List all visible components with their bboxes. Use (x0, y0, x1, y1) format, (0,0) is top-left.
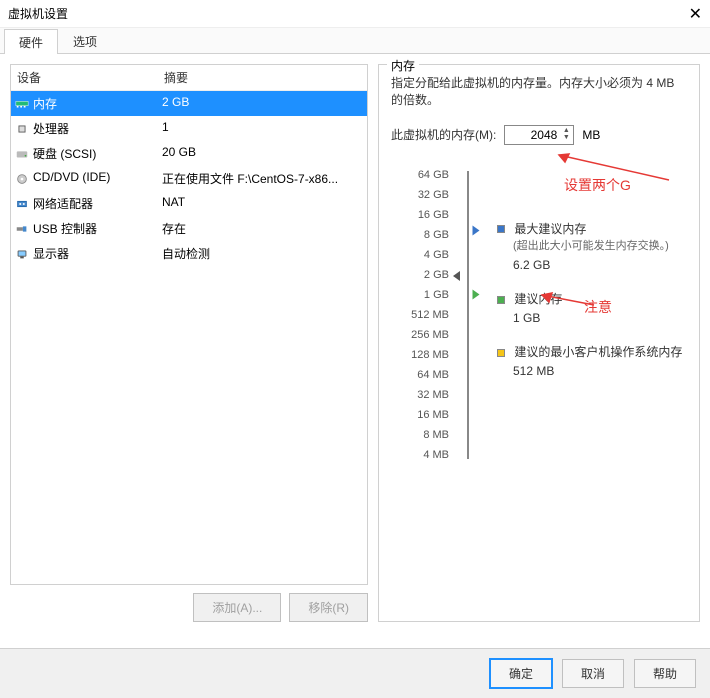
min-rec-value: 512 MB (513, 364, 687, 378)
usb-icon (11, 218, 33, 239)
memory-slider[interactable] (459, 165, 479, 465)
rec-title: 建议内存 (514, 292, 562, 306)
memory-scale: 64 GB 32 GB 16 GB 8 GB 4 GB 2 GB 1 GB 51… (391, 165, 459, 465)
cpu-icon (11, 118, 33, 139)
max-rec-square-icon (497, 225, 505, 233)
min-rec-square-icon (497, 349, 505, 357)
memory-group-title: 内存 (387, 57, 419, 74)
rec-value: 1 GB (513, 311, 687, 325)
memory-input[interactable] (509, 128, 557, 142)
cancel-button[interactable]: 取消 (562, 659, 624, 688)
col-summary: 摘要 (158, 65, 367, 90)
min-rec-title: 建议的最小客户机操作系统内存 (514, 345, 682, 359)
help-button[interactable]: 帮助 (634, 659, 696, 688)
hdd-icon (11, 143, 33, 164)
device-list: 设备 摘要 内存 2 GB 处理器 1 硬盘 (SCSI) 20 GB CD/D… (10, 64, 368, 585)
memory-spinner[interactable]: ▲ ▼ (504, 125, 574, 145)
col-device: 设备 (11, 65, 158, 90)
max-marker-icon (473, 225, 480, 235)
cd-icon (11, 168, 33, 189)
memory-label: 此虚拟机的内存(M): (391, 126, 496, 143)
device-row-cd[interactable]: CD/DVD (IDE) 正在使用文件 F:\CentOS-7-x86... (11, 166, 367, 191)
device-row-net[interactable]: 网络适配器 NAT (11, 191, 367, 216)
tab-hardware[interactable]: 硬件 (4, 29, 58, 54)
spin-down-icon[interactable]: ▼ (561, 135, 571, 142)
window-title: 虚拟机设置 (8, 5, 68, 22)
display-icon (11, 243, 33, 264)
rec-square-icon (497, 296, 505, 304)
add-button[interactable]: 添加(A)... (193, 593, 281, 622)
device-row-memory[interactable]: 内存 2 GB (11, 91, 367, 116)
device-row-hdd[interactable]: 硬盘 (SCSI) 20 GB (11, 141, 367, 166)
tab-bar: 硬件 选项 (0, 28, 710, 54)
max-rec-title: 最大建议内存 (514, 222, 586, 236)
device-row-display[interactable]: 显示器 自动检测 (11, 241, 367, 266)
device-row-cpu[interactable]: 处理器 1 (11, 116, 367, 141)
memory-icon (11, 93, 33, 114)
memory-unit: MB (582, 128, 600, 142)
max-rec-desc: (超出此大小可能发生内存交换。) (513, 239, 687, 254)
network-icon (11, 193, 33, 214)
max-rec-value: 6.2 GB (513, 258, 687, 272)
tab-options[interactable]: 选项 (58, 28, 112, 53)
close-icon[interactable]: ✕ (672, 4, 702, 24)
device-row-usb[interactable]: USB 控制器 存在 (11, 216, 367, 241)
remove-button[interactable]: 移除(R) (289, 593, 368, 622)
rec-marker-icon (473, 289, 480, 299)
ok-button[interactable]: 确定 (490, 659, 552, 688)
memory-desc: 指定分配给此虚拟机的内存量。内存大小必须为 4 MB 的倍数。 (391, 75, 687, 109)
slider-thumb[interactable] (453, 271, 460, 281)
